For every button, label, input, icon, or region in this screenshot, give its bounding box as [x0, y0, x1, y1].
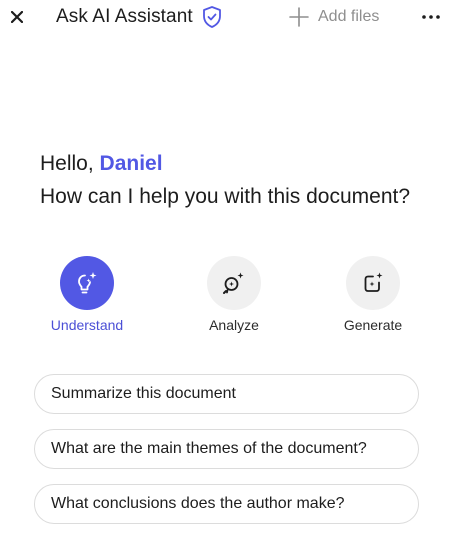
suggestion-main-themes[interactable]: What are the main themes of the document…	[34, 429, 419, 469]
greeting-prompt: How can I help you with this document?	[40, 185, 411, 208]
close-button[interactable]	[4, 4, 30, 30]
mode-understand[interactable]: Understand	[32, 256, 142, 333]
mode-generate[interactable]: Generate	[318, 256, 428, 333]
panel-title: Ask AI Assistant	[56, 6, 193, 27]
mode-understand-circle	[60, 256, 114, 310]
plus-icon	[289, 7, 309, 27]
mode-understand-label: Understand	[50, 317, 124, 333]
greeting-hello: Hello,	[40, 152, 94, 175]
mode-analyze-circle	[207, 256, 261, 310]
ai-assistant-panel: Ask AI Assistant Add files Hello, Daniel…	[0, 0, 470, 553]
add-files-button[interactable]: Add files	[289, 3, 379, 31]
suggestion-summarize[interactable]: Summarize this document	[34, 374, 419, 414]
suggestion-label: What conclusions does the author make?	[51, 495, 345, 512]
mode-analyze-label: Analyze	[209, 317, 259, 333]
greeting-hello-line: Hello, Daniel	[40, 150, 410, 178]
document-sparkle-icon	[364, 272, 383, 292]
mode-analyze[interactable]: Analyze	[179, 256, 289, 333]
lightbulb-sparkle-icon	[78, 272, 97, 294]
add-files-label: Add files	[318, 8, 380, 25]
magnify-sparkle-icon	[223, 272, 244, 294]
suggestion-conclusions[interactable]: What conclusions does the author make?	[34, 484, 419, 524]
suggestion-label: Summarize this document	[51, 385, 236, 402]
suggestion-label: What are the main themes of the document…	[51, 440, 367, 457]
shield-check-icon	[203, 6, 221, 28]
mode-generate-label: Generate	[343, 317, 403, 333]
close-icon	[11, 11, 23, 23]
mode-generate-circle	[346, 256, 400, 310]
more-options-button[interactable]	[418, 4, 444, 30]
more-icon	[422, 15, 440, 19]
greeting: Hello, Daniel How can I help you with th…	[40, 150, 410, 211]
greeting-user-name: Daniel	[99, 152, 163, 175]
panel-header: Ask AI Assistant Add files	[0, 0, 470, 36]
